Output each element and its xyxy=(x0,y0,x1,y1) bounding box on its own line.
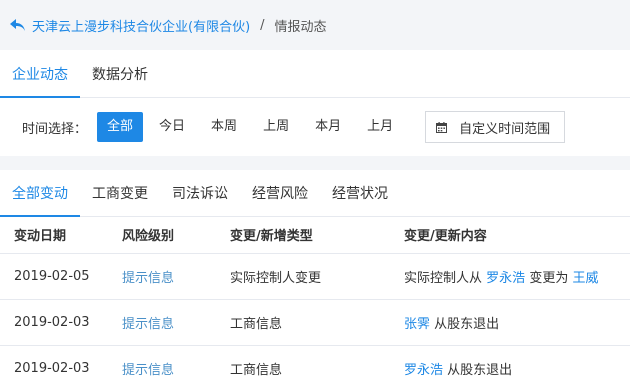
row-content: 实际控制人从 罗永浩 变更为 王威 xyxy=(390,253,630,300)
table-header-row: 变动日期 风险级别 变更/新增类型 变更/更新内容 xyxy=(0,217,630,254)
table-row: 2019-02-03 提示信息 工商信息 张霁 从股东退出 xyxy=(0,299,630,346)
tab-operational-risk[interactable]: 经营风险 xyxy=(240,170,320,216)
tab-business-changes[interactable]: 工商变更 xyxy=(80,170,160,216)
back-arrow-icon[interactable] xyxy=(10,16,26,35)
time-option-last-week[interactable]: 上周 xyxy=(253,112,299,142)
time-option-last-month[interactable]: 上月 xyxy=(357,112,403,142)
breadcrumb-company-link[interactable]: 天津云上漫步科技合伙企业(有限合伙) xyxy=(32,16,250,35)
table-row: 2019-02-05 提示信息 实际控制人变更 实际控制人从 罗永浩 变更为 王… xyxy=(0,253,630,300)
time-filter-label: 时间选择： xyxy=(22,121,88,137)
custom-range-button[interactable]: 自定义时间范围 xyxy=(425,111,566,143)
content-text: 从股东退出 xyxy=(434,316,500,332)
header-change-date: 变动日期 xyxy=(0,217,108,254)
time-option-today[interactable]: 今日 xyxy=(149,112,195,142)
tab-judicial-litigation[interactable]: 司法诉讼 xyxy=(160,170,240,216)
tab-company-news[interactable]: 企业动态 xyxy=(0,50,80,98)
row-date: 2019-02-05 xyxy=(0,253,108,300)
risk-level-link[interactable]: 提示信息 xyxy=(122,363,174,378)
breadcrumb-separator: / xyxy=(260,17,265,33)
row-date: 2019-02-03 xyxy=(0,345,108,386)
time-option-this-week[interactable]: 本周 xyxy=(201,112,247,142)
header-risk-level: 风险级别 xyxy=(108,217,216,254)
person-link[interactable]: 罗永浩 xyxy=(404,363,443,378)
person-link[interactable]: 王威 xyxy=(572,271,598,286)
content-text: 变更为 xyxy=(529,270,569,286)
row-type: 实际控制人变更 xyxy=(216,253,390,300)
changes-table: 变动日期 风险级别 变更/新增类型 变更/更新内容 2019-02-05 提示信… xyxy=(0,217,630,386)
breadcrumb-current-page: 情报动态 xyxy=(274,19,327,35)
filter-panel: 企业动态 数据分析 时间选择： 全部 今日 本周 上周 本月 上月 自定义时间范… xyxy=(0,50,630,156)
time-option-all[interactable]: 全部 xyxy=(97,112,144,142)
change-tab-bar: 全部变动 工商变更 司法诉讼 经营风险 经营状况 xyxy=(0,170,630,217)
time-filter: 时间选择： 全部 今日 本周 上周 本月 上月 自定义时间范围 xyxy=(0,98,630,156)
tab-data-analysis[interactable]: 数据分析 xyxy=(80,50,160,97)
row-content: 张霁 从股东退出 xyxy=(390,299,630,346)
row-content: 罗永浩 从股东退出 xyxy=(390,345,630,386)
person-link[interactable]: 张霁 xyxy=(404,317,430,332)
content-text: 从股东退出 xyxy=(447,362,513,378)
tab-all-changes[interactable]: 全部变动 xyxy=(0,170,80,217)
person-link[interactable]: 罗永浩 xyxy=(486,271,525,286)
header-change-content: 变更/更新内容 xyxy=(390,217,630,254)
tab-operating-status[interactable]: 经营状况 xyxy=(320,170,400,216)
header-change-type: 变更/新增类型 xyxy=(216,217,390,254)
changes-panel: 全部变动 工商变更 司法诉讼 经营风险 经营状况 变动日期 风险级别 变更/新增… xyxy=(0,170,630,386)
calendar-icon xyxy=(436,121,448,133)
row-type: 工商信息 xyxy=(216,345,390,386)
table-row: 2019-02-03 提示信息 工商信息 罗永浩 从股东退出 xyxy=(0,345,630,386)
breadcrumb: 天津云上漫步科技合伙企业(有限合伙) / 情报动态 xyxy=(0,0,630,50)
custom-range-label: 自定义时间范围 xyxy=(459,121,551,137)
row-type: 工商信息 xyxy=(216,299,390,346)
row-date: 2019-02-03 xyxy=(0,299,108,346)
time-option-this-month[interactable]: 本月 xyxy=(305,112,351,142)
top-tab-bar: 企业动态 数据分析 xyxy=(0,50,630,98)
risk-level-link[interactable]: 提示信息 xyxy=(122,271,174,286)
risk-level-link[interactable]: 提示信息 xyxy=(122,317,174,332)
content-text: 实际控制人从 xyxy=(404,270,483,286)
